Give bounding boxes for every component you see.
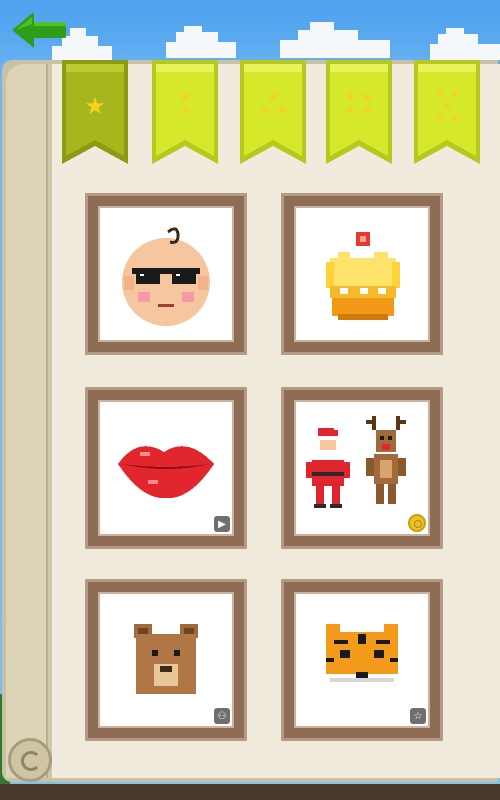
star-icon: ★ ★ ★ xyxy=(258,89,288,119)
ground-strip xyxy=(0,784,500,800)
share-icon: ⚇ xyxy=(214,708,230,724)
cloud xyxy=(166,26,236,58)
cloud xyxy=(430,28,500,60)
lips-image xyxy=(118,446,214,499)
star-icon: ★ ★ ★ ★ ★ xyxy=(434,87,460,125)
star-icon: ★ ★ ★ ★ xyxy=(344,89,374,119)
star-icon: ★ ★ xyxy=(178,89,192,119)
play-icon: ▶ xyxy=(214,516,230,532)
bear-image xyxy=(134,624,198,694)
tab-level-1[interactable]: ★ xyxy=(62,60,128,164)
star-outline-icon: ☆ xyxy=(410,708,426,724)
tab-level-3[interactable]: ★ ★ ★ xyxy=(240,60,306,164)
tiger-image xyxy=(326,624,398,696)
santa-reindeer-image xyxy=(306,416,406,508)
book-curl-icon xyxy=(8,738,52,782)
picture-lips[interactable]: ▶ xyxy=(85,387,247,549)
left-arrow-icon xyxy=(12,12,66,48)
cake-image xyxy=(326,232,400,320)
picture-cake[interactable] xyxy=(281,193,443,355)
picture-baby-with-sunglasses[interactable] xyxy=(85,193,247,355)
tab-level-4[interactable]: ★ ★ ★ ★ xyxy=(326,60,392,164)
book-spine xyxy=(6,64,49,778)
coin-icon xyxy=(408,514,426,532)
cloud xyxy=(280,22,390,58)
tab-level-5[interactable]: ★ ★ ★ ★ ★ xyxy=(414,60,480,164)
picture-bear[interactable]: ⚇ xyxy=(85,579,247,741)
baby-face-image xyxy=(122,227,210,326)
picture-tiger[interactable]: ☆ xyxy=(281,579,443,741)
tab-level-2[interactable]: ★ ★ xyxy=(152,60,218,164)
star-icon: ★ xyxy=(84,92,106,120)
picture-santa-and-reindeer[interactable] xyxy=(281,387,443,549)
back-button[interactable] xyxy=(10,10,70,50)
